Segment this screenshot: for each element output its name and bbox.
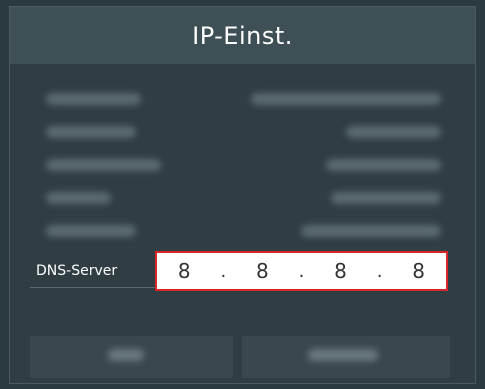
- title-bar: IP-Einst.: [10, 7, 475, 64]
- blurred-value: [251, 93, 441, 105]
- blurred-button-label: [308, 349, 378, 361]
- octet-separator: .: [220, 260, 227, 282]
- blurred-label: [46, 93, 141, 105]
- blurred-settings-list: [40, 85, 447, 250]
- blurred-label: [46, 126, 136, 138]
- dns-server-row: DNS-Server 8 . 8 . 8 . 8: [30, 251, 455, 295]
- blurred-label: [46, 159, 161, 171]
- settings-row: [40, 217, 447, 250]
- dns-octet-1: 8: [177, 259, 191, 283]
- blurred-value: [346, 126, 441, 138]
- blurred-value: [331, 192, 441, 204]
- blurred-label: [46, 192, 111, 204]
- blurred-value: [326, 159, 441, 171]
- ok-button[interactable]: [30, 336, 233, 378]
- octet-separator: .: [376, 260, 383, 282]
- settings-row: [40, 118, 447, 151]
- dns-server-label: DNS-Server: [36, 263, 118, 279]
- blurred-label: [46, 225, 136, 237]
- blurred-button-label: [108, 349, 144, 361]
- settings-row: [40, 85, 447, 118]
- dialog-title: IP-Einst.: [192, 21, 293, 50]
- dns-label-underline: [30, 287, 158, 288]
- dns-server-input[interactable]: 8 . 8 . 8 . 8: [155, 251, 448, 291]
- settings-row: [40, 184, 447, 217]
- blurred-value: [301, 225, 441, 237]
- dns-octet-2: 8: [256, 259, 269, 283]
- octet-separator: .: [298, 260, 305, 282]
- dialog-buttons: [30, 336, 450, 378]
- settings-row: [40, 151, 447, 184]
- dns-octet-3: 8: [334, 259, 347, 283]
- cancel-button[interactable]: [242, 336, 450, 378]
- ip-settings-dialog: IP-Einst.: [9, 6, 476, 384]
- dns-octet-4: 8: [412, 259, 426, 283]
